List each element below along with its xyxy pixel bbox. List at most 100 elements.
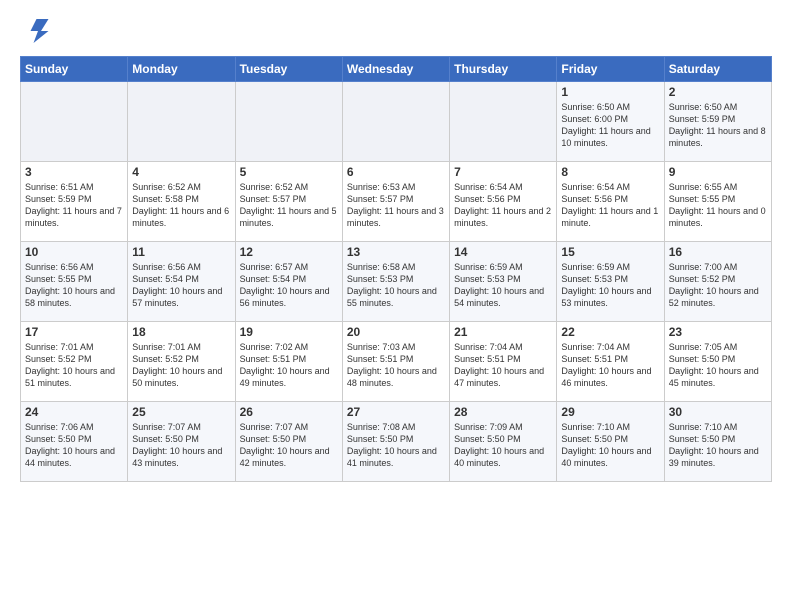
day-number: 9 xyxy=(669,165,767,179)
calendar-week-2: 3 Sunrise: 6:51 AMSunset: 5:59 PMDaylight… xyxy=(21,162,772,242)
calendar-header-row: SundayMondayTuesdayWednesdayThursdayFrid… xyxy=(21,57,772,82)
day-info: Sunrise: 7:07 AMSunset: 5:50 PMDaylight:… xyxy=(240,421,338,470)
day-info: Sunrise: 6:57 AMSunset: 5:54 PMDaylight:… xyxy=(240,261,338,310)
calendar-cell: 12 Sunrise: 6:57 AMSunset: 5:54 PMDayligh… xyxy=(235,242,342,322)
day-info: Sunrise: 7:10 AMSunset: 5:50 PMDaylight:… xyxy=(561,421,659,470)
day-info: Sunrise: 6:56 AMSunset: 5:54 PMDaylight:… xyxy=(132,261,230,310)
calendar-cell: 16 Sunrise: 7:00 AMSunset: 5:52 PMDayligh… xyxy=(664,242,771,322)
day-number: 14 xyxy=(454,245,552,259)
day-number: 11 xyxy=(132,245,230,259)
weekday-header-saturday: Saturday xyxy=(664,57,771,82)
calendar-cell: 3 Sunrise: 6:51 AMSunset: 5:59 PMDaylight… xyxy=(21,162,128,242)
calendar-cell: 28Sunrise: 7:09 AMSunset: 5:50 PMDayligh… xyxy=(450,402,557,482)
day-number: 19 xyxy=(240,325,338,339)
calendar-cell: 27 Sunrise: 7:08 AMSunset: 5:50 PMDayligh… xyxy=(342,402,449,482)
calendar-cell xyxy=(235,82,342,162)
day-info: Sunrise: 7:00 AMSunset: 5:52 PMDaylight:… xyxy=(669,261,767,310)
day-number: 6 xyxy=(347,165,445,179)
calendar-cell: 26 Sunrise: 7:07 AMSunset: 5:50 PMDayligh… xyxy=(235,402,342,482)
calendar-week-5: 24 Sunrise: 7:06 AMSunset: 5:50 PMDayligh… xyxy=(21,402,772,482)
day-info: Sunrise: 6:52 AMSunset: 5:57 PMDaylight:… xyxy=(240,181,338,230)
day-info: Sunrise: 6:58 AMSunset: 5:53 PMDaylight:… xyxy=(347,261,445,310)
calendar-cell: 2 Sunrise: 6:50 AMSunset: 5:59 PMDaylight… xyxy=(664,82,771,162)
day-info: Sunrise: 7:05 AMSunset: 5:50 PMDaylight:… xyxy=(669,341,767,390)
day-info: Sunrise: 7:08 AMSunset: 5:50 PMDaylight:… xyxy=(347,421,445,470)
day-number: 25 xyxy=(132,405,230,419)
calendar-cell: 7 Sunrise: 6:54 AMSunset: 5:56 PMDaylight… xyxy=(450,162,557,242)
weekday-header-thursday: Thursday xyxy=(450,57,557,82)
day-number: 8 xyxy=(561,165,659,179)
day-number: 4 xyxy=(132,165,230,179)
calendar-cell xyxy=(128,82,235,162)
day-number: 1 xyxy=(561,85,659,99)
calendar-cell: 19 Sunrise: 7:02 AMSunset: 5:51 PMDayligh… xyxy=(235,322,342,402)
weekday-header-tuesday: Tuesday xyxy=(235,57,342,82)
calendar-cell: 24 Sunrise: 7:06 AMSunset: 5:50 PMDayligh… xyxy=(21,402,128,482)
calendar-cell: 20 Sunrise: 7:03 AMSunset: 5:51 PMDayligh… xyxy=(342,322,449,402)
day-number: 27 xyxy=(347,405,445,419)
day-info: Sunrise: 7:03 AMSunset: 5:51 PMDaylight:… xyxy=(347,341,445,390)
day-info: Sunrise: 7:06 AMSunset: 5:50 PMDaylight:… xyxy=(25,421,123,470)
calendar-week-1: 1 Sunrise: 6:50 AMSunset: 6:00 PMDaylight… xyxy=(21,82,772,162)
calendar-cell: 1 Sunrise: 6:50 AMSunset: 6:00 PMDaylight… xyxy=(557,82,664,162)
logo xyxy=(20,16,54,46)
calendar-cell: 18 Sunrise: 7:01 AMSunset: 5:52 PMDayligh… xyxy=(128,322,235,402)
calendar-cell: 30Sunrise: 7:10 AMSunset: 5:50 PMDayligh… xyxy=(664,402,771,482)
day-number: 16 xyxy=(669,245,767,259)
calendar-cell xyxy=(450,82,557,162)
day-info: Sunrise: 7:01 AMSunset: 5:52 PMDaylight:… xyxy=(25,341,123,390)
calendar-cell: 10Sunrise: 6:56 AMSunset: 5:55 PMDayligh… xyxy=(21,242,128,322)
calendar-week-4: 17 Sunrise: 7:01 AMSunset: 5:52 PMDayligh… xyxy=(21,322,772,402)
calendar-cell: 17 Sunrise: 7:01 AMSunset: 5:52 PMDayligh… xyxy=(21,322,128,402)
day-number: 13 xyxy=(347,245,445,259)
calendar-cell: 22 Sunrise: 7:04 AMSunset: 5:51 PMDayligh… xyxy=(557,322,664,402)
day-number: 2 xyxy=(669,85,767,99)
day-info: Sunrise: 6:55 AMSunset: 5:55 PMDaylight:… xyxy=(669,181,767,230)
calendar-cell: 13 Sunrise: 6:58 AMSunset: 5:53 PMDayligh… xyxy=(342,242,449,322)
day-info: Sunrise: 6:50 AMSunset: 5:59 PMDaylight:… xyxy=(669,101,767,150)
calendar-cell: 21 Sunrise: 7:04 AMSunset: 5:51 PMDayligh… xyxy=(450,322,557,402)
day-number: 15 xyxy=(561,245,659,259)
day-number: 26 xyxy=(240,405,338,419)
calendar-cell: 15 Sunrise: 6:59 AMSunset: 5:53 PMDayligh… xyxy=(557,242,664,322)
weekday-header-wednesday: Wednesday xyxy=(342,57,449,82)
page: SundayMondayTuesdayWednesdayThursdayFrid… xyxy=(0,0,792,498)
calendar-cell: 8Sunrise: 6:54 AMSunset: 5:56 PMDaylight… xyxy=(557,162,664,242)
day-info: Sunrise: 7:01 AMSunset: 5:52 PMDaylight:… xyxy=(132,341,230,390)
header xyxy=(20,16,772,46)
day-number: 30 xyxy=(669,405,767,419)
calendar-cell: 29 Sunrise: 7:10 AMSunset: 5:50 PMDayligh… xyxy=(557,402,664,482)
day-number: 7 xyxy=(454,165,552,179)
day-info: Sunrise: 6:54 AMSunset: 5:56 PMDaylight:… xyxy=(454,181,552,230)
calendar-table: SundayMondayTuesdayWednesdayThursdayFrid… xyxy=(20,56,772,482)
day-info: Sunrise: 6:50 AMSunset: 6:00 PMDaylight:… xyxy=(561,101,659,150)
day-number: 3 xyxy=(25,165,123,179)
day-info: Sunrise: 6:59 AMSunset: 5:53 PMDaylight:… xyxy=(561,261,659,310)
day-info: Sunrise: 6:51 AMSunset: 5:59 PMDaylight:… xyxy=(25,181,123,230)
day-number: 24 xyxy=(25,405,123,419)
day-number: 18 xyxy=(132,325,230,339)
calendar-cell xyxy=(342,82,449,162)
day-number: 12 xyxy=(240,245,338,259)
day-number: 29 xyxy=(561,405,659,419)
day-info: Sunrise: 6:56 AMSunset: 5:55 PMDaylight:… xyxy=(25,261,123,310)
weekday-header-monday: Monday xyxy=(128,57,235,82)
day-info: Sunrise: 7:04 AMSunset: 5:51 PMDaylight:… xyxy=(561,341,659,390)
day-number: 23 xyxy=(669,325,767,339)
day-number: 21 xyxy=(454,325,552,339)
day-info: Sunrise: 7:02 AMSunset: 5:51 PMDaylight:… xyxy=(240,341,338,390)
day-info: Sunrise: 7:09 AMSunset: 5:50 PMDaylight:… xyxy=(454,421,552,470)
calendar-cell: 14 Sunrise: 6:59 AMSunset: 5:53 PMDayligh… xyxy=(450,242,557,322)
day-number: 20 xyxy=(347,325,445,339)
calendar-cell: 5Sunrise: 6:52 AMSunset: 5:57 PMDaylight… xyxy=(235,162,342,242)
day-info: Sunrise: 7:04 AMSunset: 5:51 PMDaylight:… xyxy=(454,341,552,390)
weekday-header-friday: Friday xyxy=(557,57,664,82)
day-info: Sunrise: 6:59 AMSunset: 5:53 PMDaylight:… xyxy=(454,261,552,310)
weekday-header-sunday: Sunday xyxy=(21,57,128,82)
day-number: 22 xyxy=(561,325,659,339)
calendar-cell xyxy=(21,82,128,162)
day-number: 17 xyxy=(25,325,123,339)
calendar-week-3: 10Sunrise: 6:56 AMSunset: 5:55 PMDayligh… xyxy=(21,242,772,322)
logo-icon xyxy=(20,16,50,46)
calendar-cell: 25Sunrise: 7:07 AMSunset: 5:50 PMDayligh… xyxy=(128,402,235,482)
